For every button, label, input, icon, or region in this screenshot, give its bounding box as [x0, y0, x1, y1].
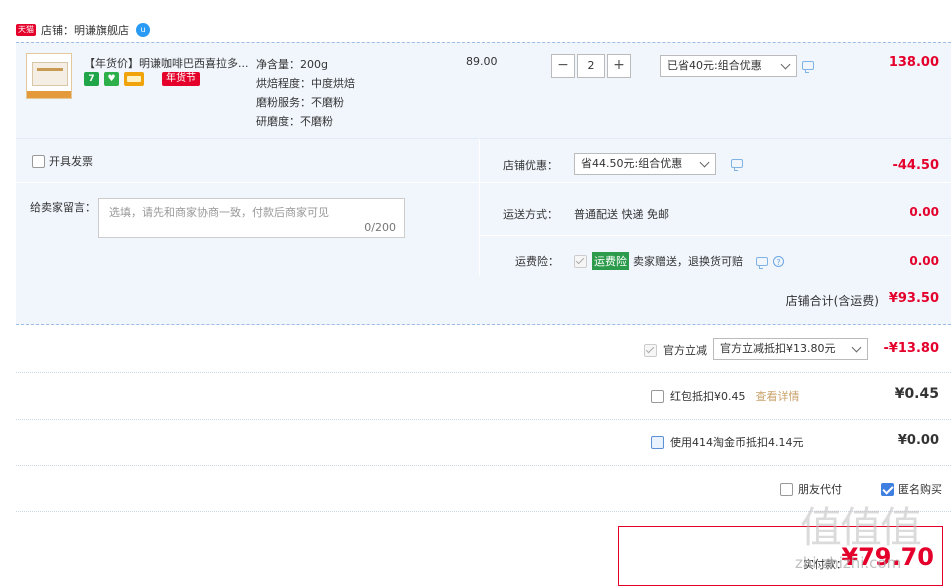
invoice-checkbox[interactable]: [32, 154, 45, 168]
help-icon[interactable]: ?: [773, 255, 784, 267]
qty-minus-button[interactable]: −: [551, 54, 575, 78]
item-promo-value: 已省40元:组合优惠: [667, 59, 762, 72]
attr-net-weight: 净含量：200g: [256, 58, 328, 71]
product-title[interactable]: 【年货价】明谦咖啡巴西喜拉多...: [84, 55, 252, 71]
attr-grind-service: 磨粉服务：不磨粉: [256, 96, 344, 109]
message-icon[interactable]: [802, 61, 814, 73]
shipping-label: 运送方式：: [503, 208, 558, 221]
product-thumbnail[interactable]: [26, 53, 72, 99]
shop-total-label: 店铺合计(含运费): [785, 294, 879, 308]
shop-name[interactable]: 店铺：明谦旗舰店: [41, 22, 129, 38]
taobao-coins-option[interactable]: 使用414淘金币抵扣4.14元: [651, 434, 804, 450]
shop-discount-value: 省44.50元:组合优惠: [581, 157, 683, 170]
taobao-coins-checkbox[interactable]: [651, 435, 664, 449]
shop-discount-amount: -44.50: [892, 158, 939, 173]
chevron-down-icon: [851, 342, 862, 353]
festival-tag: 年货节: [162, 72, 200, 86]
shop-total-row: 店铺合计(含运费) ¥93.50: [16, 276, 951, 325]
official-discount-option: 官方立减: [644, 342, 707, 358]
invoice-option[interactable]: 开具发票: [32, 153, 93, 169]
unit-price: 89.00: [466, 55, 498, 68]
chevron-down-icon: [780, 59, 791, 70]
taobao-coins-amount: ¥0.00: [897, 433, 939, 448]
insurance-option: 运费险 卖家赠送，退换货可赔 ?: [574, 252, 784, 270]
shop-header: 天猫 店铺：明谦旗舰店 u: [16, 18, 150, 42]
insurance-label: 运费险：: [515, 255, 559, 268]
quantity-stepper: − 2 +: [551, 54, 631, 78]
friend-pay-checkbox[interactable]: [780, 482, 793, 496]
item-subtotal: 138.00: [888, 55, 939, 70]
item-promo-select[interactable]: 已省40元:组合优惠: [660, 55, 797, 77]
guarantee-icon[interactable]: ♥: [104, 72, 119, 86]
order-options-panel: 开具发票 给卖家留言： 选填，请先和商家协商一致，付款后商家可见 0/200 店…: [16, 138, 951, 277]
shop-total-amount: ¥93.50: [888, 291, 939, 306]
seven-day-return-icon[interactable]: 7: [84, 72, 99, 86]
site-watermark: 值值值: [800, 503, 922, 552]
invoice-label: 开具发票: [49, 155, 93, 168]
insurance-desc: 卖家赠送，退换货可赔: [633, 255, 743, 268]
taobao-coins-label: 使用414淘金币抵扣4.14元: [670, 436, 804, 449]
attr-grind-degree: 研磨度：不磨粉: [256, 115, 333, 128]
memo-counter: 0/200: [364, 221, 396, 234]
official-discount-checkbox: [644, 343, 657, 357]
qty-input[interactable]: 2: [577, 54, 605, 78]
tmall-icon: 天猫: [16, 24, 36, 36]
message-icon[interactable]: [731, 159, 743, 171]
insurance-amount: 0.00: [909, 254, 939, 268]
official-discount-label: 官方立减: [663, 344, 707, 357]
red-packet-option[interactable]: 红包抵扣¥0.45 查看详情: [651, 388, 800, 404]
wangwang-chat-icon[interactable]: u: [136, 23, 150, 37]
product-attributes[interactable]: 净含量：200g 烘焙程度：中度烘焙 磨粉服务：不磨粉 研磨度：不磨粉: [256, 55, 355, 131]
product-package-image: [32, 62, 68, 86]
message-icon[interactable]: [756, 256, 768, 269]
shop-discount-label: 店铺优惠：: [503, 159, 558, 172]
red-packet-checkbox[interactable]: [651, 389, 664, 403]
attr-roast-level: 烘焙程度：中度烘焙: [256, 77, 355, 90]
official-discount-select[interactable]: 官方立减抵扣¥13.80元: [713, 338, 868, 360]
service-tags: 7 ♥ 年货节: [84, 72, 200, 86]
red-packet-label: 红包抵扣¥0.45: [670, 390, 746, 403]
qty-plus-button[interactable]: +: [607, 54, 631, 78]
credit-card-icon[interactable]: [124, 72, 144, 86]
red-packet-details-link[interactable]: 查看详情: [756, 388, 800, 404]
shipping-method: 普通配送 快递 免邮: [574, 208, 669, 221]
official-discount-amount: -¥13.80: [883, 341, 939, 356]
order-item: 【年货价】明谦咖啡巴西喜拉多... 7 ♥ 年货节 净含量：200g 烘焙程度：…: [16, 42, 951, 139]
site-watermark-url: zhi.zhizhi.com: [795, 554, 902, 572]
seller-memo-input[interactable]: 选填，请先和商家协商一致，付款后商家可见 0/200: [98, 198, 405, 238]
official-discount-value: 官方立减抵扣¥13.80元: [720, 342, 836, 355]
shipping-amount: 0.00: [909, 205, 939, 219]
chevron-down-icon: [699, 157, 710, 168]
red-packet-amount: ¥0.45: [894, 386, 939, 402]
insurance-badge: 运费险: [592, 252, 629, 270]
insurance-checkbox: [574, 254, 587, 268]
memo-placeholder: 选填，请先和商家协商一致，付款后商家可见: [109, 206, 329, 219]
shop-discount-select[interactable]: 省44.50元:组合优惠: [574, 153, 716, 175]
memo-label: 给卖家留言：: [30, 201, 96, 214]
